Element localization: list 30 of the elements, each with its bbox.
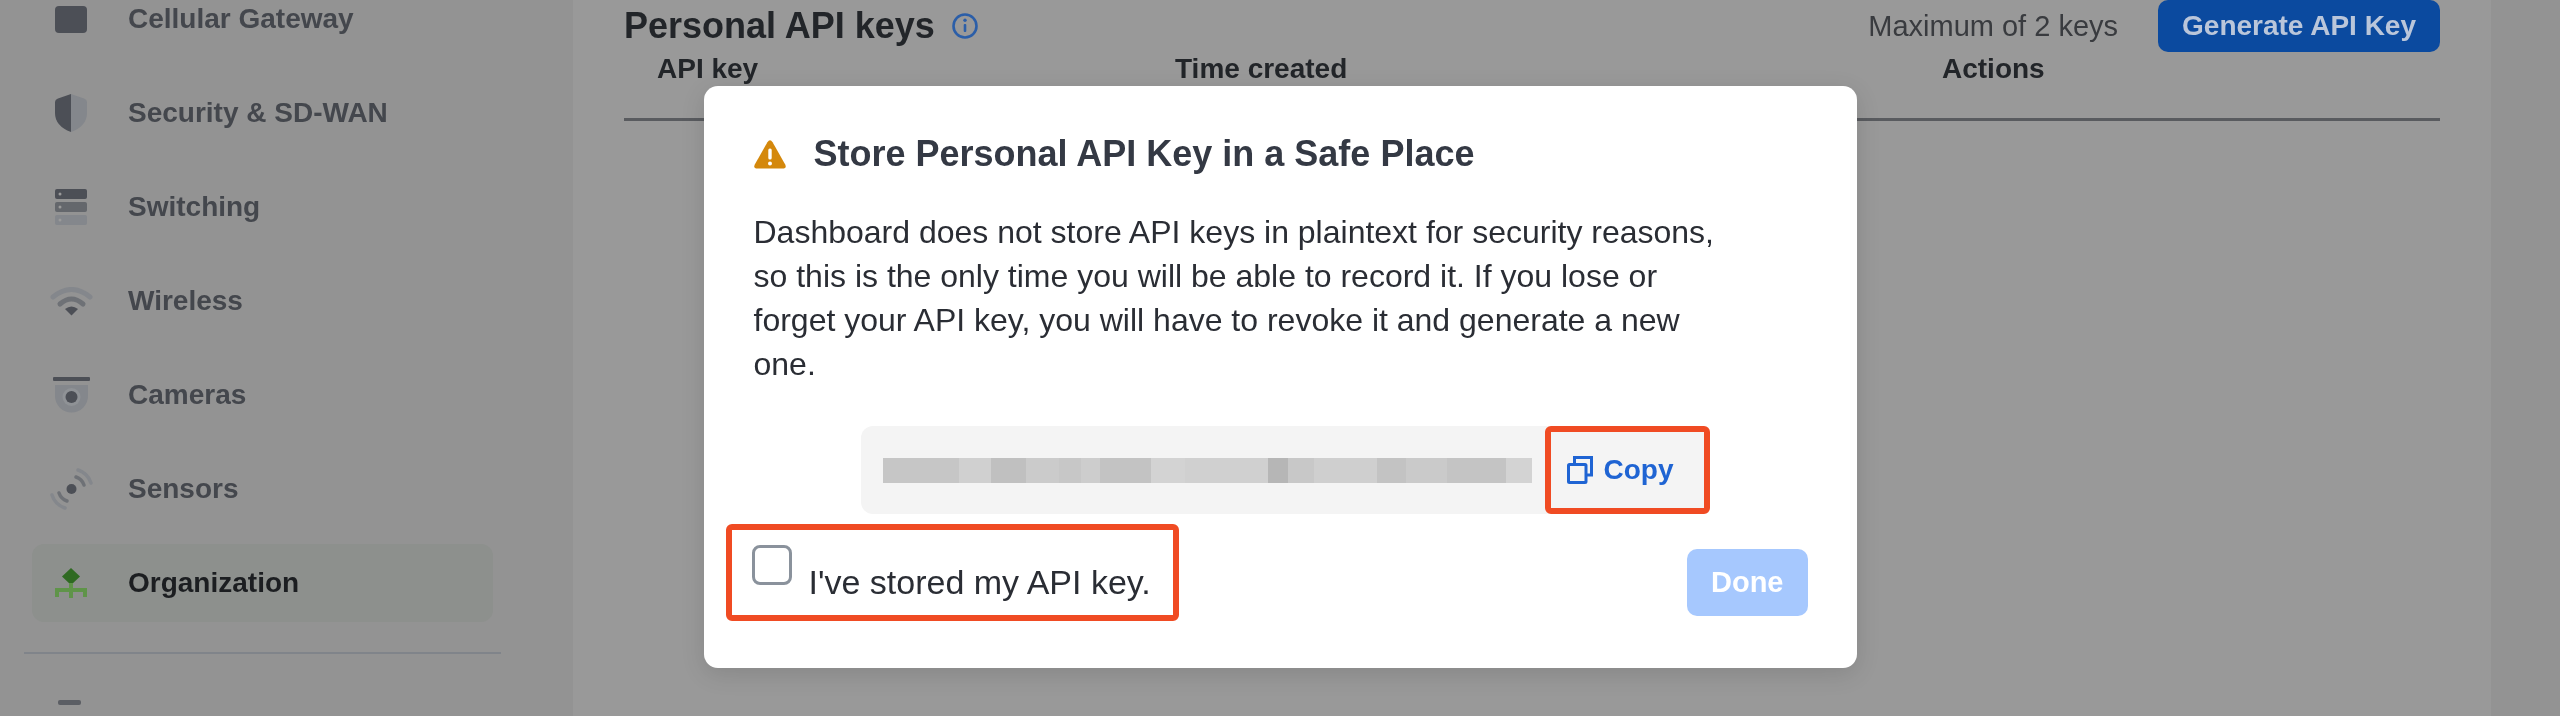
checkbox[interactable]: [751, 545, 792, 585]
key-limit-note: Maximum of 2 keys: [1868, 9, 2119, 43]
column-header: Actions: [1942, 53, 2045, 84]
camera-icon: [52, 377, 90, 413]
square-icon: [55, 5, 87, 33]
wifi-icon: [49, 286, 93, 316]
copy-icon: [1566, 456, 1593, 484]
checkbox-label[interactable]: I've stored my API key.: [808, 564, 1151, 601]
info-icon: [951, 13, 978, 39]
sidebar-item[interactable]: Organization: [32, 544, 493, 622]
copy-button[interactable]: Copy: [1550, 432, 1704, 508]
column-header: API key: [657, 53, 759, 84]
shield-icon: [55, 94, 87, 132]
dialog-message: Dashboard does not store API keys in plaintext for security reasons, so this is the only time you will be able to record it. If you lose or forget your API key, you will have to revoke it and generate a new one.: [753, 213, 1715, 384]
dash-icon: [58, 700, 81, 705]
sidebar-item[interactable]: Switching: [32, 168, 493, 246]
generate-button[interactable]: Generate API Key: [2158, 0, 2440, 52]
sidebar-item[interactable]: Cellular Gateway: [32, 0, 493, 58]
sidebar-item[interactable]: Security & SD-WAN: [32, 74, 493, 152]
api-key-field[interactable]: Copy: [860, 426, 1710, 514]
warning-icon: [753, 139, 786, 169]
broadcast-icon: [48, 467, 94, 511]
dialog-title: Store Personal API Key in a Safe Place: [813, 134, 1475, 174]
sidebar-item[interactable]: Cameras: [32, 356, 493, 434]
column-header: Time created: [1175, 53, 1348, 84]
page-title: Personal API keys: [624, 6, 935, 46]
network-tree-icon: [55, 568, 87, 598]
server-stack-icon: [55, 189, 87, 225]
sidebar-item[interactable]: Sensors: [32, 450, 493, 528]
sidebar-item[interactable]: Wireless: [32, 262, 493, 340]
